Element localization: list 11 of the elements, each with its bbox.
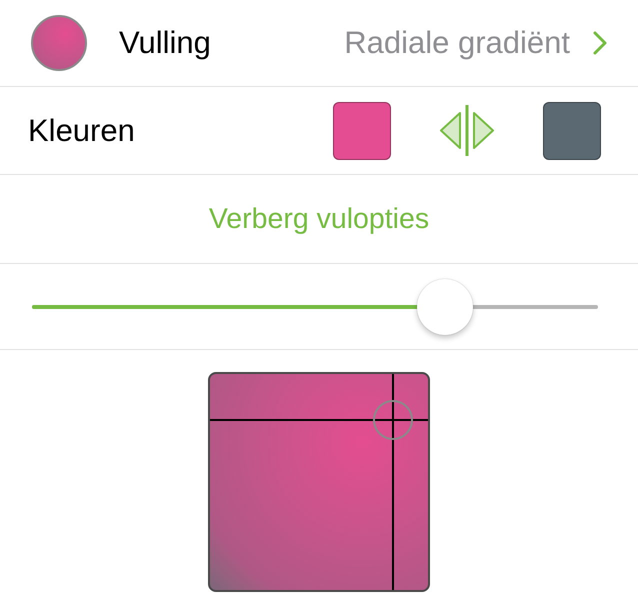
slider[interactable]: [32, 278, 598, 334]
swap-colors-icon[interactable]: [439, 105, 495, 156]
slider-thumb[interactable]: [417, 278, 474, 334]
color-swatch-icon[interactable]: [543, 102, 601, 160]
chevron-icon[interactable]: [592, 31, 608, 55]
fill-label: Vulling: [119, 24, 211, 62]
fill-type-value[interactable]: Radiale gradiënt: [344, 24, 570, 62]
color-swatch-icon[interactable]: [333, 102, 391, 160]
fill-options-link[interactable]: Verberg vulopties: [202, 198, 436, 240]
colors-label: Kleuren: [28, 112, 135, 150]
center-handle[interactable]: [373, 400, 413, 440]
